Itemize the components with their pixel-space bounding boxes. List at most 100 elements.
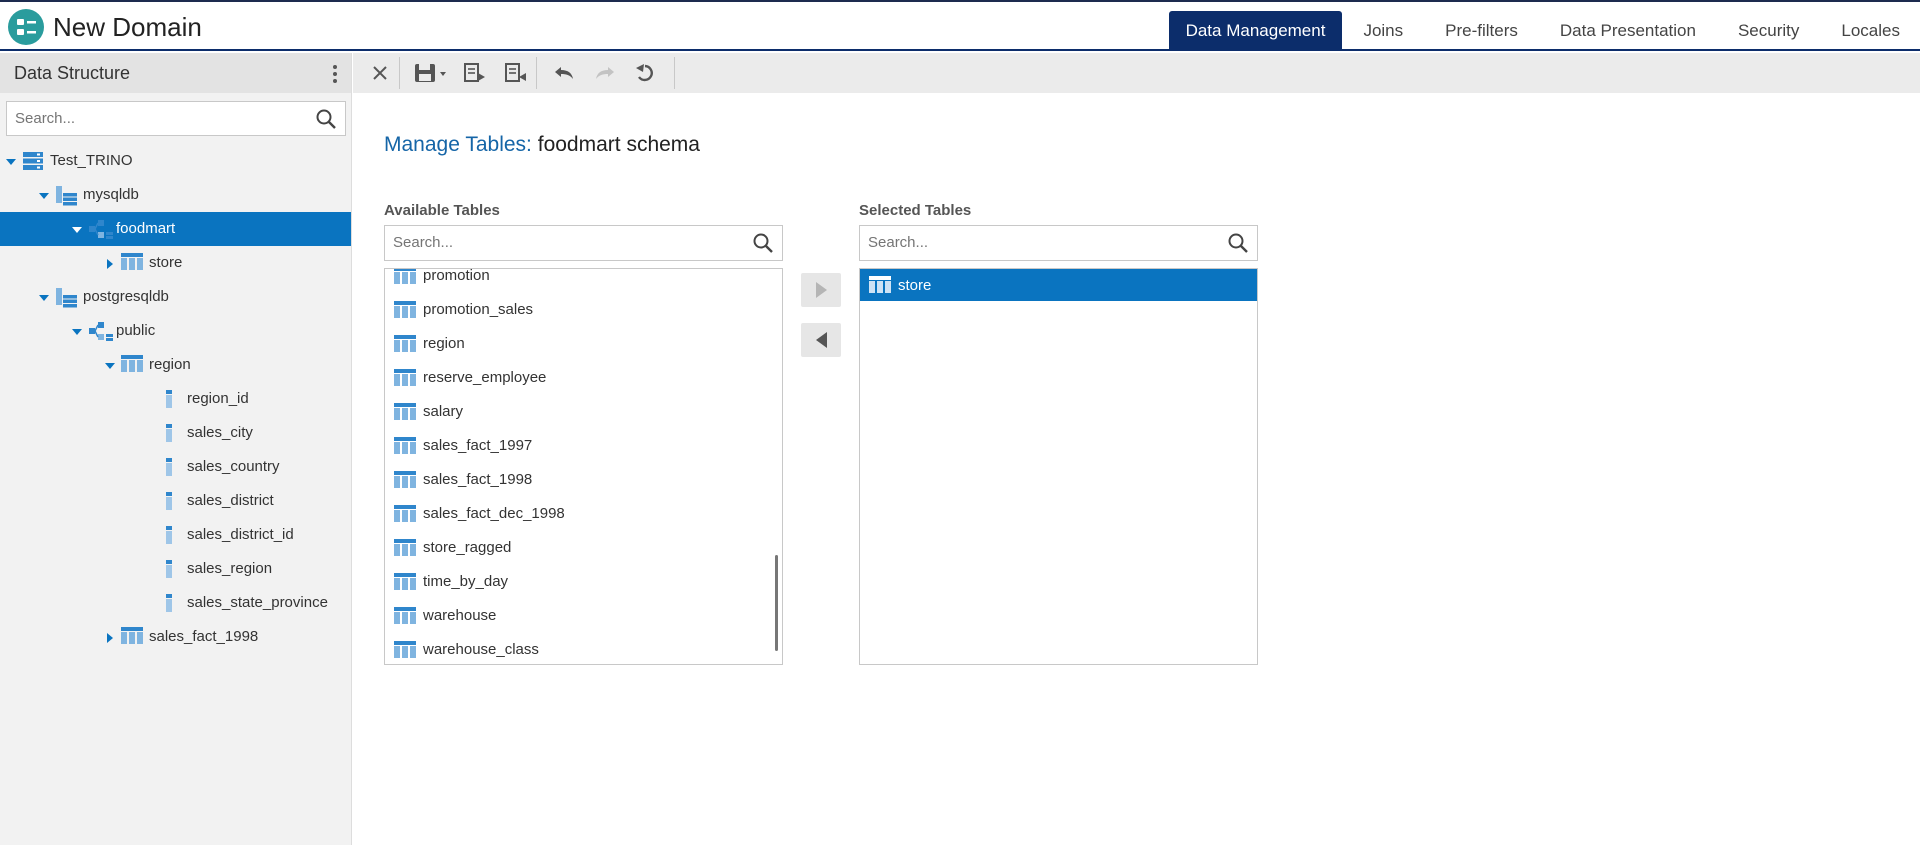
available-table-item[interactable]: warehouse [385,599,782,633]
available-table-item[interactable]: sales_fact_dec_1998 [385,497,782,531]
available-tables-list[interactable]: promotion promotion_salesregion reserve_em… [384,268,783,665]
app-header: New Domain Data Management Joins Pre-fil… [0,2,1920,51]
expand-icon[interactable] [104,257,116,269]
collapse-icon[interactable] [38,291,50,303]
table-name: promotion_sales [423,301,534,318]
undo-icon[interactable] [552,61,576,85]
table-name: store [898,277,932,294]
tree-item-store[interactable]: store [0,246,351,280]
field-icon [165,492,173,514]
move-left-button[interactable] [801,323,841,357]
available-table-item[interactable]: sales_fact_1997 [385,429,782,463]
save-icon[interactable] [413,61,449,85]
selected-search-box [859,225,1258,261]
tab-security[interactable]: Security [1717,11,1820,51]
collapse-icon[interactable] [104,359,116,371]
sidebar-title: Data Structure [14,62,131,83]
tree-item-sales-district-id[interactable]: sales_district_id [0,518,351,552]
table-icon [394,505,416,526]
tree-item-sales-state-province[interactable]: sales_state_province [0,586,351,620]
tree-item-test-trino[interactable]: Test_TRINO [0,144,351,178]
available-table-item[interactable]: salary [385,395,782,429]
tree-item-sales-region[interactable]: sales_region [0,552,351,586]
tree-item-label: sales_city [187,424,253,441]
table-icon [394,437,416,458]
schema-name: foodmart schema [537,133,700,156]
tab-joins[interactable]: Joins [1342,11,1424,51]
available-search-input[interactable] [385,226,675,259]
search-icon[interactable] [315,108,337,130]
available-table-item[interactable]: region [385,327,782,361]
available-table-item[interactable]: warehouse_class [385,633,782,664]
table-icon [394,539,416,560]
table-icon [394,301,416,322]
tree-item-label: postgresqldb [83,288,169,305]
arrow-right-icon [816,282,827,298]
redo-icon[interactable] [593,61,617,85]
tree-item-region[interactable]: region [0,348,351,382]
tree-item-region-id[interactable]: region_id [0,382,351,416]
tree-item-sales-city[interactable]: sales_city [0,416,351,450]
available-table-item[interactable]: reserve_employee [385,361,782,395]
collapse-icon[interactable] [71,223,83,235]
selected-table-item[interactable]: store [860,269,1257,301]
tree-item-sales-district[interactable]: sales_district [0,484,351,518]
table-name: promotion [423,268,490,284]
available-search-box [384,225,783,261]
selected-tables-list[interactable]: store [859,268,1258,665]
table-icon [394,403,416,424]
tree-item-label: mysqldb [83,186,139,203]
tree-item-postgresqldb[interactable]: postgresqldb [0,280,351,314]
tree-item-sales-fact-1998[interactable]: sales_fact_1998 [0,620,351,654]
toolbar [353,53,1920,93]
tree-item-label: sales_district [187,492,274,509]
expand-icon[interactable] [104,631,116,643]
move-right-button[interactable] [801,273,841,307]
undo-all-icon[interactable] [633,61,657,85]
available-table-item[interactable]: time_by_day [385,565,782,599]
available-tables-label: Available Tables [384,202,500,219]
data-structure-panel: Data Structure Test_TRINOmysqldb foodmart… [0,53,352,845]
available-table-item[interactable]: promotion [385,268,782,293]
more-options-icon[interactable] [333,65,337,83]
available-table-item[interactable]: sales_fact_1998 [385,463,782,497]
table-name: salary [423,403,464,420]
list-scrollbar[interactable] [775,555,778,651]
tree-item-label: region_id [187,390,249,407]
tree-item-public[interactable]: public [0,314,351,348]
close-icon[interactable] [368,61,392,85]
table-name: sales_fact_1998 [423,471,533,488]
toolbar-divider [674,57,675,89]
tree-item-label: Test_TRINO [50,152,133,169]
arrow-left-icon [816,332,827,348]
search-icon[interactable] [752,232,774,254]
available-table-item[interactable]: store_ragged [385,531,782,565]
field-icon [165,526,173,548]
tree-item-mysqldb[interactable]: mysqldb [0,178,351,212]
tree-item-sales-country[interactable]: sales_country [0,450,351,484]
table-icon [394,573,416,594]
selected-search-input[interactable] [860,226,1150,259]
tree-item-label: public [116,322,156,339]
tree-item-foodmart[interactable]: foodmart [0,212,351,246]
tab-data-management[interactable]: Data Management [1168,11,1343,51]
manage-tables-title: Manage Tables: foodmart schema [384,133,700,157]
export-icon[interactable] [462,61,486,85]
collapse-icon[interactable] [38,189,50,201]
collapse-icon[interactable] [71,325,83,337]
sidebar-search-input[interactable] [7,102,297,135]
tree-item-label: region [149,356,191,373]
schema-icon [88,219,114,245]
collapse-icon[interactable] [5,155,17,167]
table-name: warehouse [423,607,497,624]
available-table-item[interactable]: promotion_sales [385,293,782,327]
field-icon [165,458,173,480]
search-icon[interactable] [1227,232,1249,254]
import-icon[interactable] [503,61,527,85]
table-icon [394,641,416,662]
schema-icon [88,321,114,347]
tab-pre-filters[interactable]: Pre-filters [1424,11,1539,51]
tab-data-presentation[interactable]: Data Presentation [1539,11,1717,51]
tab-locales[interactable]: Locales [1820,11,1920,51]
table-icon [121,355,143,376]
